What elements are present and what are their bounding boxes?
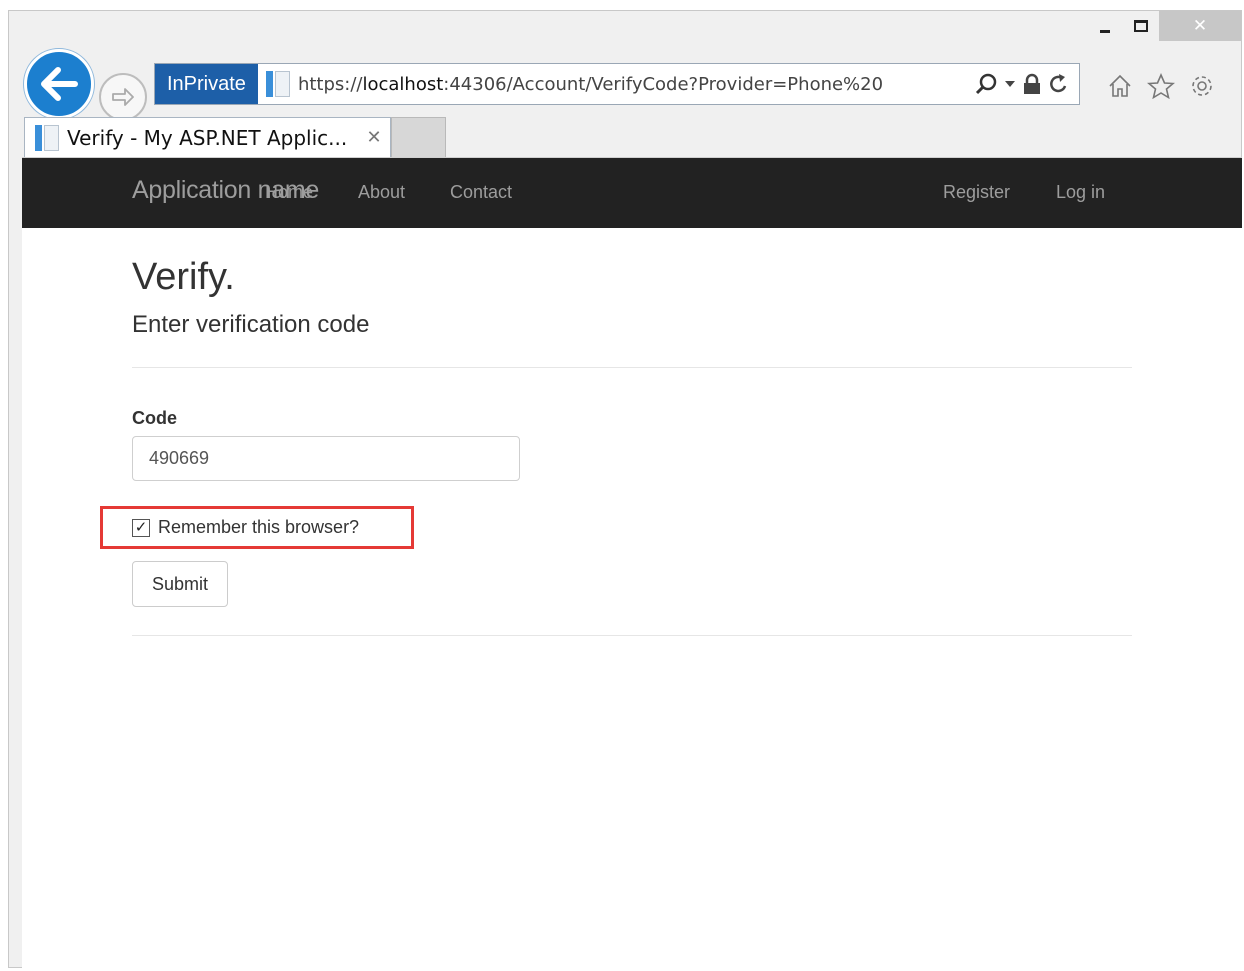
url-host: localhost xyxy=(362,73,444,95)
nav-about[interactable]: About xyxy=(358,182,405,203)
url-prefix: https:// xyxy=(297,73,363,95)
url-path: :44306/Account/VerifyCode?Provider=Phone… xyxy=(443,73,884,95)
code-input[interactable] xyxy=(132,436,520,481)
tab-page-icon xyxy=(35,124,59,151)
page-title: Verify. xyxy=(132,256,235,298)
address-bar[interactable]: InPrivate https://localhost:44306/Accoun… xyxy=(154,63,1080,105)
remember-label: Remember this browser? xyxy=(158,517,360,537)
close-icon: ✕ xyxy=(1192,16,1208,36)
forward-button[interactable] xyxy=(99,73,147,121)
home-icon[interactable] xyxy=(1107,73,1133,99)
tab-close-icon[interactable]: ✕ xyxy=(358,127,390,148)
inprivate-badge: InPrivate xyxy=(155,64,258,104)
divider-top xyxy=(132,367,1132,368)
search-icon[interactable] xyxy=(975,73,997,95)
minimize-icon xyxy=(1100,29,1110,33)
submit-button[interactable]: Submit xyxy=(132,561,228,607)
remember-checkbox[interactable]: ✓ xyxy=(132,518,150,537)
nav-contact[interactable]: Contact xyxy=(450,182,512,203)
maximize-icon xyxy=(1134,20,1148,32)
tab-verify[interactable]: Verify - My ASP.NET Applic... ✕ xyxy=(24,117,391,157)
back-button[interactable] xyxy=(24,49,94,119)
nav-home[interactable]: Home xyxy=(265,182,313,203)
divider-bottom xyxy=(132,635,1132,636)
toolbar-right xyxy=(1107,73,1215,99)
remember-checkbox-row[interactable]: ✓ Remember this browser? xyxy=(132,506,359,549)
favorites-star-icon[interactable] xyxy=(1147,73,1175,99)
back-arrow-icon xyxy=(41,67,78,101)
close-window-button[interactable]: ✕ xyxy=(1159,11,1241,41)
window-controls: ✕ xyxy=(1087,11,1241,41)
verify-form: Verify. Enter verification code Code ✓ R… xyxy=(100,228,1132,636)
maximize-button[interactable] xyxy=(1123,11,1159,41)
page-viewport: Application name Home About Contact Regi… xyxy=(22,157,1242,968)
new-tab-button[interactable] xyxy=(391,117,446,157)
settings-gear-icon[interactable] xyxy=(1189,73,1215,99)
browser-window: ✕ InPrivate https://localhost:44306/Acco… xyxy=(8,10,1242,968)
address-tools xyxy=(965,73,1079,95)
dropdown-icon[interactable] xyxy=(1005,80,1015,88)
minimize-button[interactable] xyxy=(1087,11,1123,41)
code-label: Code xyxy=(132,408,177,428)
nav-login[interactable]: Log in xyxy=(1056,182,1105,203)
url-text[interactable]: https://localhost:44306/Account/VerifyCo… xyxy=(298,74,965,95)
lock-icon[interactable] xyxy=(1023,73,1041,95)
page-icon xyxy=(265,71,290,97)
page-subtitle: Enter verification code xyxy=(132,311,370,338)
remember-row: ✓ Remember this browser? xyxy=(100,506,1132,549)
forward-arrow-icon xyxy=(112,88,134,106)
nav-register[interactable]: Register xyxy=(943,182,1010,203)
refresh-icon[interactable] xyxy=(1049,73,1069,95)
tab-title: Verify - My ASP.NET Applic... xyxy=(67,125,348,150)
site-navbar: Application name Home About Contact Regi… xyxy=(22,158,1242,228)
